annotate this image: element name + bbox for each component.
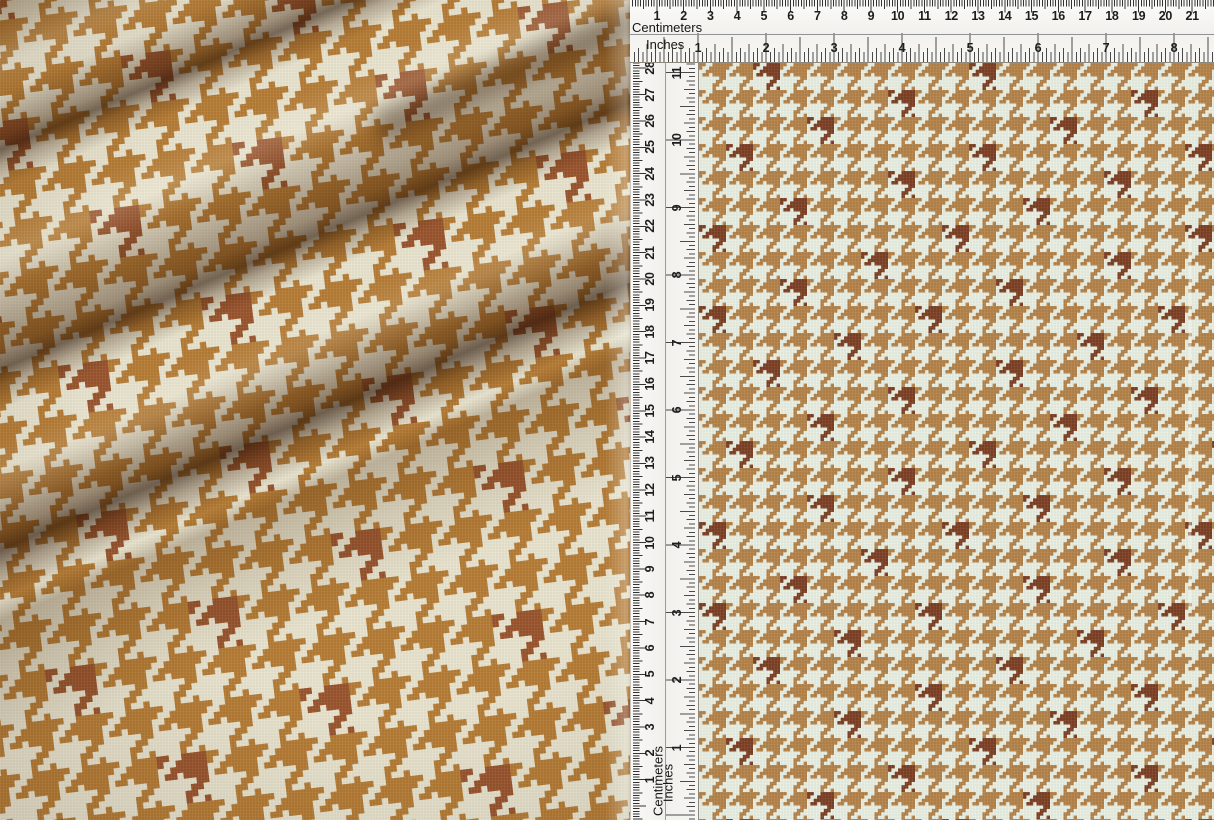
cm-number: 9 [643,566,657,573]
cm-number: 15 [643,404,657,417]
cm-number: 10 [891,9,904,23]
fabric-product-photo: Centimeters Inches 123456789101112131415… [0,0,1214,820]
cm-number: 24 [643,167,657,180]
inch-number: 6 [670,407,684,414]
cm-number: 18 [1105,9,1118,23]
cm-number: 3 [643,724,657,731]
inch-number: 4 [670,542,684,549]
cm-number: 5 [761,9,768,23]
cm-number: 7 [643,618,657,625]
cm-number: 1 [653,9,660,23]
cm-number: 9 [868,9,875,23]
cm-number: 11 [918,9,931,23]
vertical-ruler: Centimeters Inches 123456789101112131415… [630,63,699,820]
inch-number: 3 [670,609,684,616]
cm-number: 16 [643,378,657,391]
inch-number: 1 [670,744,684,751]
inch-number: 3 [831,41,838,55]
cm-number: 14 [643,430,657,443]
inch-number: 7 [670,339,684,346]
cm-number: 13 [971,9,984,23]
cm-number: 12 [945,9,958,23]
cm-number: 14 [998,9,1011,23]
inch-number: 8 [670,272,684,279]
inch-number: 4 [899,41,906,55]
cm-number: 28 [643,63,657,75]
cm-number: 25 [643,141,657,154]
cm-number: 10 [643,536,657,549]
horizontal-ruler: Centimeters Inches 123456789101112131415… [630,0,1214,63]
cm-number: 13 [643,457,657,470]
cm-number: 8 [841,9,848,23]
cm-number: 19 [643,299,657,312]
inch-number: 8 [1171,41,1178,55]
cm-number: 6 [643,645,657,652]
cm-number: 22 [643,220,657,233]
cm-number: 17 [643,351,657,364]
cm-number: 2 [643,750,657,757]
cm-number: 21 [643,246,657,259]
cm-number: 15 [1025,9,1038,23]
ruler-divider [665,63,666,820]
cm-number: 17 [1078,9,1091,23]
inch-number: 5 [670,474,684,481]
cm-number: 5 [643,671,657,678]
cm-number: 6 [787,9,794,23]
draped-fabric-photo [0,0,630,820]
cm-number: 23 [643,193,657,206]
inches-label: Inches [661,764,676,802]
ruler-divider [630,34,1214,35]
inch-number: 2 [763,41,770,55]
inches-label: Inches [646,37,684,52]
cm-number: 26 [643,114,657,127]
cm-number: 20 [643,272,657,285]
cm-number: 19 [1132,9,1145,23]
cm-number: 27 [643,88,657,101]
cm-number: 7 [814,9,821,23]
houndstooth-pattern-right [699,63,1214,820]
inch-number: 7 [1103,41,1110,55]
flat-fabric-swatch [699,63,1214,820]
cm-number: 12 [643,483,657,496]
inch-number: 9 [670,204,684,211]
cm-number: 8 [643,592,657,599]
inch-number: 1 [695,41,702,55]
inch-number: 11 [670,66,684,79]
cm-number: 2 [680,9,687,23]
inch-number: 2 [670,677,684,684]
houndstooth-pattern-left [0,0,630,820]
centimeters-label: Centimeters [632,20,702,35]
cm-number: 16 [1052,9,1065,23]
cm-number: 18 [643,325,657,338]
cm-number: 20 [1159,9,1172,23]
cm-number: 3 [707,9,714,23]
cm-number: 4 [734,9,741,23]
cm-number: 21 [1186,9,1199,23]
cm-number: 11 [643,510,657,523]
inch-number: 5 [967,41,974,55]
inch-number: 6 [1035,41,1042,55]
cm-number: 4 [643,697,657,704]
stray-thread [1189,238,1191,610]
inch-number: 10 [670,133,684,146]
cm-number: 1 [643,776,657,783]
